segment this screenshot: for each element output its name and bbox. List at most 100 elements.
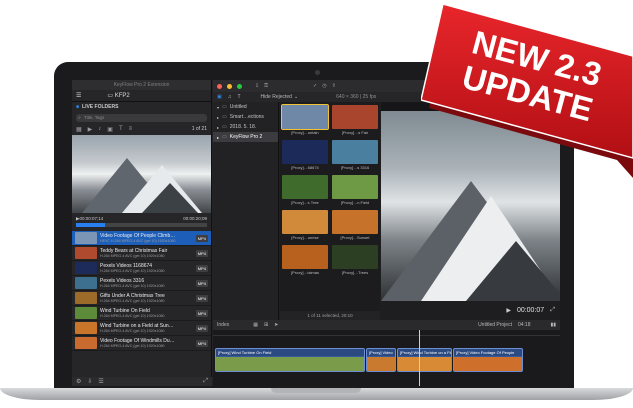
library-sidebar: ▾ ▭ Untitled ▸ ▭ Smart…ections ▸ ▭ 2018. 5. 18. ▸… — [213, 102, 279, 320]
browser-clip[interactable]: [Proxy]…Trees — [332, 245, 378, 275]
timeline-clip[interactable]: [Proxy] Video Footage Of People — [453, 348, 523, 372]
browser-clip[interactable]: [Proxy]…untain — [281, 104, 329, 135]
clip-thumbnail — [75, 262, 97, 274]
disclosure-icon[interactable]: ▸ — [217, 135, 219, 140]
clip-thumbnail — [282, 245, 328, 269]
check-icon[interactable]: ✓ — [313, 83, 317, 89]
import-media-icon[interactable]: ⇩ — [255, 83, 259, 89]
search-input[interactable]: ⌕ Title, Tags — [76, 114, 207, 122]
clip-thumbnail — [282, 175, 328, 199]
list-item[interactable]: Video Footage Of People Climb… HEVC H.264… — [72, 231, 211, 246]
sort-icon[interactable]: ≡ — [129, 126, 133, 132]
list-item[interactable]: Pexels Videos 3316 H.264 MPEG-4 AVC (get … — [72, 276, 211, 291]
browser-clip[interactable]: [Proxy]…unrise — [282, 210, 328, 240]
import-icon[interactable]: ⇩ — [87, 378, 92, 385]
timecode-display: 00:00:07 — [516, 307, 545, 314]
library-icon[interactable]: ▣ — [217, 94, 222, 100]
library-item[interactable]: ▸ ▭ Smart…ections — [213, 112, 278, 122]
zoom-button[interactable] — [237, 83, 242, 89]
clip-label: [Proxy]…s 3316 — [340, 165, 370, 170]
browser-clip[interactable]: [Proxy]…s Fair — [332, 105, 378, 135]
playhead[interactable] — [419, 330, 420, 386]
clip-thumbnail — [75, 337, 97, 349]
library-bar: ☰ ▭ KFP2 — [72, 90, 211, 102]
close-button[interactable] — [217, 83, 222, 89]
window-title: KeyFlow Pro 2 Extension — [72, 80, 211, 90]
clip-label: [Proxy]…untain — [291, 130, 319, 135]
browser-clip[interactable]: [Proxy]…s 3316 — [332, 140, 378, 170]
timeline-ruler[interactable] — [213, 330, 560, 336]
chevron-down-icon[interactable]: ⌄ — [294, 94, 298, 100]
keyflow-panel: KeyFlow Pro 2 Extension ☰ ▭ KFP2 ■ LIVE … — [72, 80, 212, 386]
expand-icon[interactable]: ⤢ — [203, 378, 208, 385]
clip-label: [Proxy]…s Fair — [341, 130, 369, 135]
list-item[interactable]: Video Footage Of Windmills Du… H.264 MPEG… — [72, 336, 211, 351]
clip-thumbnail — [332, 175, 378, 199]
list-item[interactable]: Wind Turbine On Field H.264 MPEG-4 AVC (g… — [72, 306, 211, 321]
photos-icon[interactable]: ♫ — [228, 94, 232, 100]
timeline-clip[interactable]: [Proxy] Wind Turbine on a Field — [397, 348, 452, 372]
browser-clip[interactable]: [Proxy]…s Tree — [282, 175, 328, 205]
clip-label: [Proxy]…istmas — [290, 270, 319, 275]
clip-meta: H.264 MPEG-4 AVC (get 10) 1920x1080 — [100, 344, 165, 348]
audio-meter-icon[interactable]: ▮▮ — [550, 322, 556, 328]
timeline[interactable]: [Proxy] Wind Turbine On Field [Proxy] Vid… — [213, 330, 560, 386]
list-icon[interactable]: ☰ — [98, 378, 103, 385]
library-item-label: KeyFlow Pro 2 — [229, 134, 263, 140]
timeline-clip[interactable]: [Proxy] Wind Turbine On Field — [215, 348, 365, 372]
filter-dropdown[interactable]: Hide Rejected — [261, 94, 292, 100]
clip-thumbnail — [75, 322, 97, 334]
audio-icon[interactable]: ♪ — [98, 126, 101, 132]
key-icon[interactable]: ⚿ — [264, 83, 268, 89]
browser-clip[interactable]: [Proxy]…istmas — [282, 245, 328, 275]
browser-clip[interactable]: [Proxy]…68674 — [282, 140, 328, 170]
library-item[interactable]: ▸ ▭ KeyFlow Pro 2 — [213, 132, 278, 142]
clip-meta: H.264 MPEG-4 AVC (get 10) 1920x1080 — [100, 329, 165, 333]
format-badge: MP4 — [195, 339, 208, 347]
grid-icon[interactable]: ▦ — [76, 126, 82, 133]
play-icon[interactable]: ▶ — [506, 307, 511, 314]
disclosure-icon[interactable]: ▸ — [217, 115, 219, 120]
library-item[interactable]: ▸ ▭ 2018. 5. 18. — [213, 122, 278, 132]
clip-appearance-icon[interactable]: ▦ — [253, 322, 258, 328]
library-item-label: 2018. 5. 18. — [229, 124, 257, 130]
primary-storyline: [Proxy] Wind Turbine On Field [Proxy] Vid… — [215, 348, 523, 372]
library-item[interactable]: ▾ ▭ Untitled — [213, 102, 278, 112]
event-icon: ▭ — [222, 134, 227, 140]
image-icon[interactable]: ▣ — [107, 126, 113, 133]
menu-icon[interactable]: ☰ — [76, 92, 81, 99]
tool-select-icon[interactable]: ➤ — [274, 322, 278, 328]
list-item[interactable]: Teddy Bears at Christmas Fair H.264 MPEG-… — [72, 246, 211, 261]
left-toolbar: ▦ ▶ ♪ ▣ T ≡ 1 of 21 — [72, 124, 211, 134]
text-icon[interactable]: T — [119, 126, 123, 132]
video-icon[interactable]: ▶ — [88, 126, 93, 133]
clock-icon[interactable]: ◷ — [322, 83, 326, 89]
snapping-icon[interactable]: ⊞ — [264, 322, 268, 328]
disclosure-icon[interactable]: ▸ — [217, 125, 219, 130]
clip-meta: H.264 MPEG-4 AVC (get 10) 1920x1080 — [100, 284, 165, 288]
share-icon[interactable]: ⇪ — [332, 83, 336, 89]
minimize-button[interactable] — [227, 83, 232, 89]
fullscreen-icon[interactable]: ⤢ — [550, 307, 555, 314]
timeline-clip[interactable]: [Proxy] Video — [366, 348, 396, 372]
clip-preview[interactable] — [72, 135, 211, 213]
clip-meta: H.264 MPEG-4 AVC (get 10) 1920x1080 — [100, 269, 165, 273]
search-icon: ⌕ — [78, 115, 81, 121]
list-item[interactable]: Gifts Under A Christmas Tree H.264 MPEG-4… — [72, 291, 211, 306]
list-item[interactable]: Wind Turbine on a Field at Sun… H.264 MPE… — [72, 321, 211, 336]
disclosure-icon[interactable]: ▾ — [217, 105, 219, 110]
library-selector[interactable]: ▭ KFP2 — [107, 92, 129, 99]
clip-meta: H.264 MPEG-4 AVC (get 10) 1920x1080 — [100, 299, 165, 303]
promo-ribbon: NEW 2.3 UPDATE — [421, 3, 633, 178]
titles-icon[interactable]: T — [237, 94, 240, 100]
gear-icon[interactable]: ⚙ — [76, 378, 81, 385]
browser-clip[interactable]: [Proxy]…Sunset — [332, 210, 378, 240]
viewer-controls: ▶ 00:00:07 ⤢ — [381, 301, 560, 320]
live-folders-header[interactable]: ■ LIVE FOLDERS — [72, 102, 211, 112]
preview-scrubber[interactable] — [76, 223, 207, 227]
clip-label: [Proxy]…Trees — [341, 270, 369, 275]
timeline-clip-label: [Proxy] Video — [367, 349, 395, 356]
list-item[interactable]: Pexels Videos 1168674 H.264 MPEG-4 AVC (g… — [72, 261, 211, 276]
browser-clip[interactable]: [Proxy]…n Field — [332, 175, 378, 205]
index-button[interactable]: Index — [217, 322, 229, 328]
